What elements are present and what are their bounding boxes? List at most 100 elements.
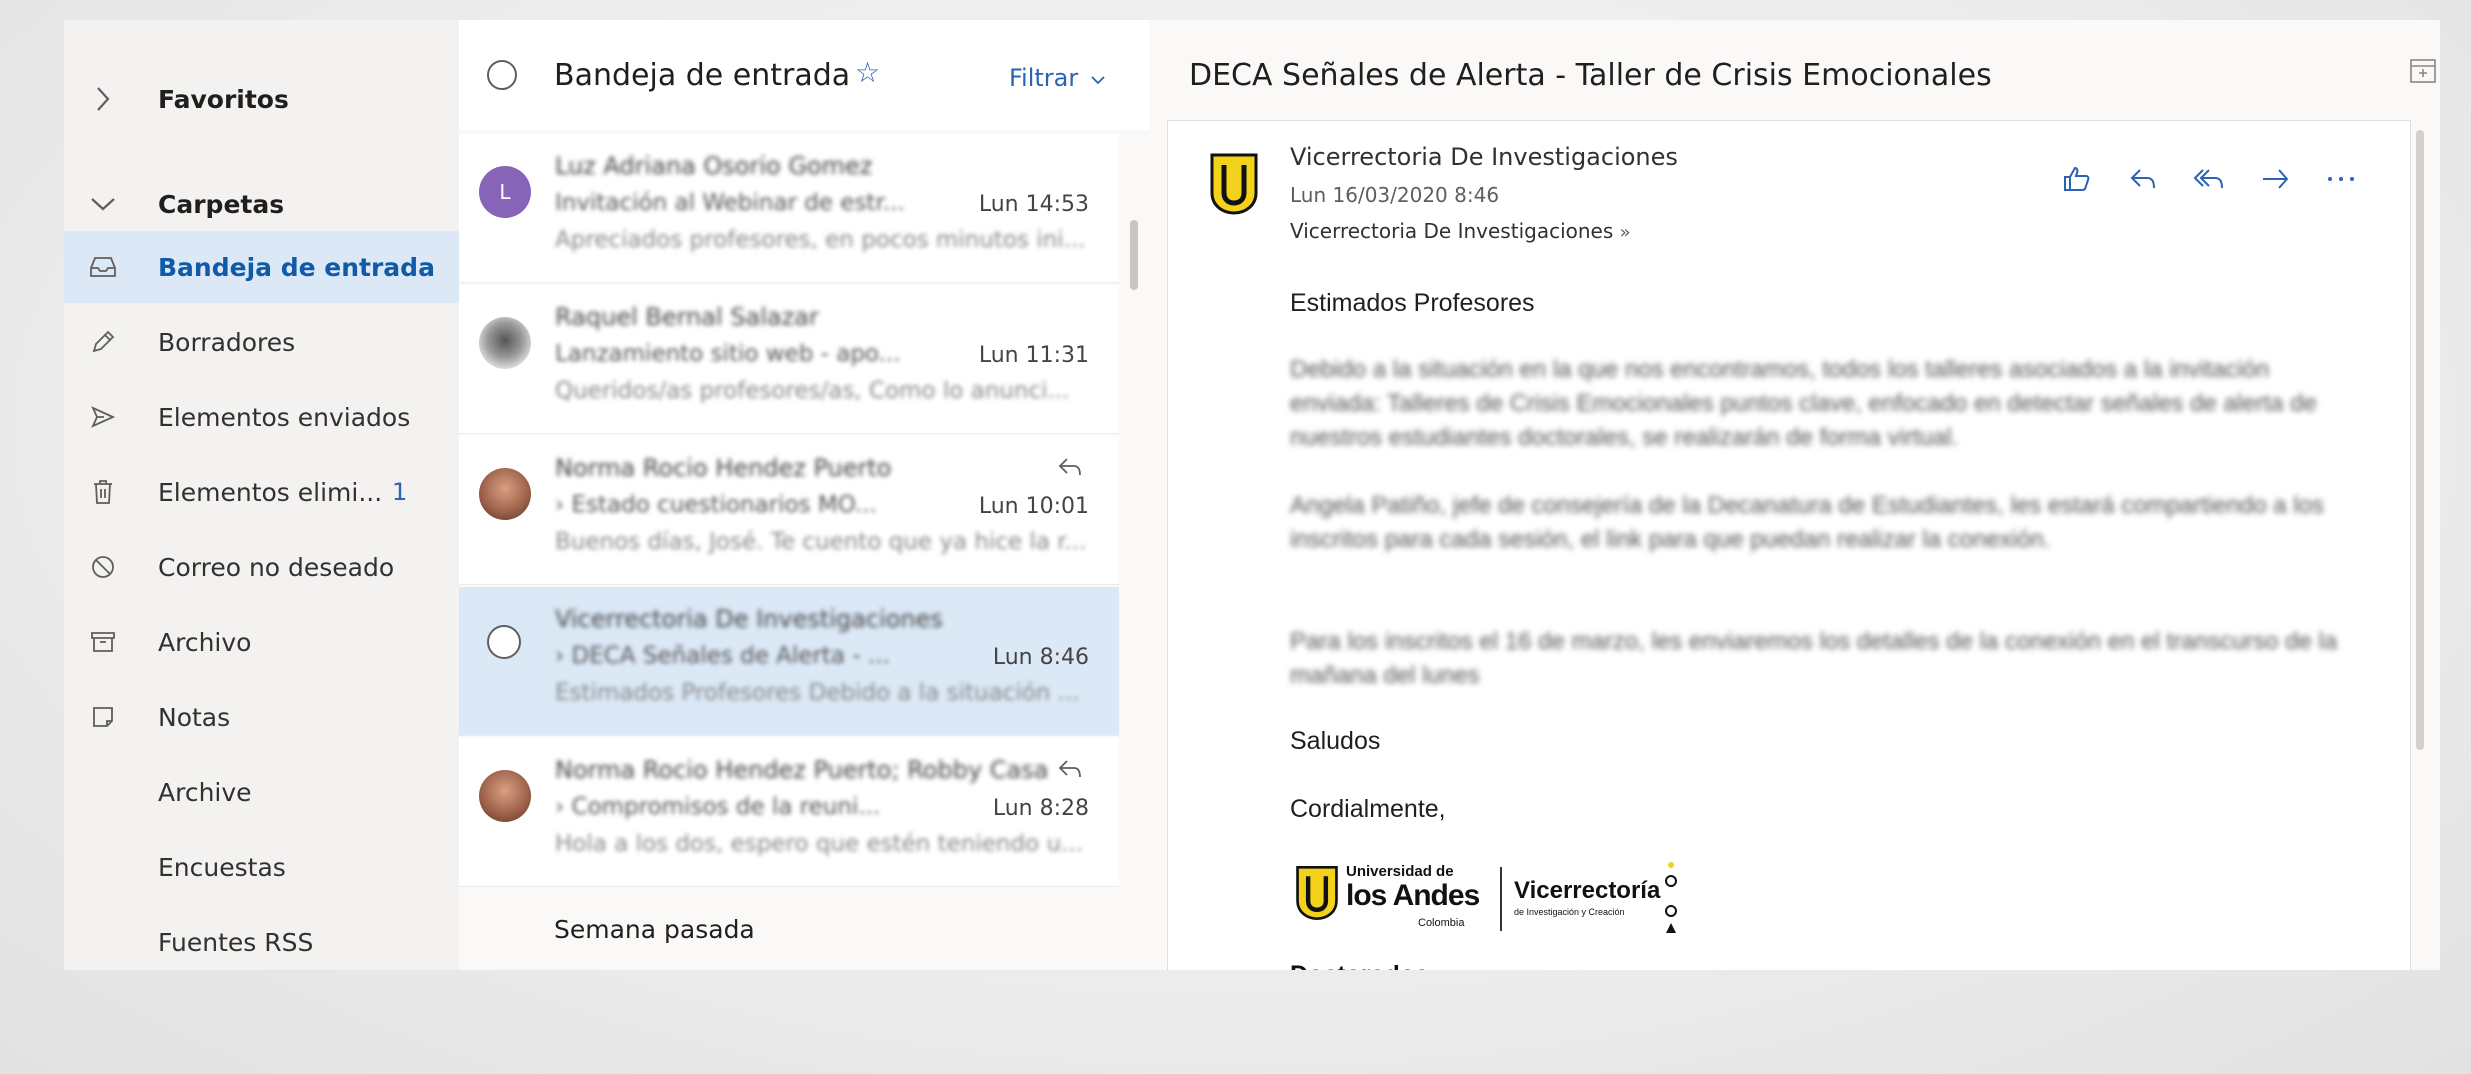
email-subject-title: DECA Señales de Alerta - Taller de Crisi…: [1189, 58, 1992, 93]
signature-vicerrectoria-sub: de Investigación y Creación: [1514, 907, 1625, 917]
filter-label: Filtrar: [1009, 64, 1079, 92]
message-list-pane: Bandeja de entrada ☆ Filtrar L Luz Adria…: [459, 20, 1150, 970]
message-sender: Luz Adriana Osorio Gomez: [555, 152, 873, 180]
message-list-header: Bandeja de entrada ☆ Filtrar: [459, 20, 1149, 130]
message-preview: Apreciados profesores, en pocos minutos …: [555, 227, 1086, 253]
email-closing: Cordialmente,: [1290, 795, 1446, 823]
folder-label: Borradores: [158, 327, 296, 357]
uniandes-shield-icon: [1296, 866, 1338, 920]
folders-section[interactable]: Carpetas: [64, 168, 459, 240]
email-paragraph: Para los inscritos el 16 de marzo, les e…: [1290, 628, 2338, 689]
message-subject: › Estado cuestionarios MO...: [555, 492, 877, 518]
folder-item-archive[interactable]: Archivo: [64, 606, 459, 678]
message-item-selected[interactable]: Vicerrectoria De Investigaciones › DECA …: [459, 587, 1119, 736]
message-preview: Queridos/as profesores/as, Como lo anunc…: [555, 378, 1070, 404]
signature-symbols-icon: [1665, 862, 1677, 933]
message-item[interactable]: Norma Rocio Hendez Puerto › Estado cuest…: [459, 436, 1119, 585]
trash-icon: [86, 475, 120, 509]
email-paragraph: Angela Patiño, jefe de consejería de la …: [1290, 492, 2324, 553]
popout-icon[interactable]: [2409, 58, 2437, 84]
reply-all-icon[interactable]: [2190, 161, 2228, 197]
message-sender: Vicerrectoria De Investigaciones: [555, 605, 943, 633]
reading-scrollbar[interactable]: [2416, 130, 2424, 750]
message-subject: › Compromisos de la reuni...: [555, 794, 880, 820]
message-time: Lun 14:53: [978, 192, 1089, 217]
email-paragraph: Debido a la situación en la que nos enco…: [1290, 356, 2317, 451]
message-subject-text: Compromisos de la reuni...: [571, 794, 881, 820]
folder-label: Bandeja de entrada: [158, 252, 435, 282]
star-icon[interactable]: ☆: [855, 56, 880, 89]
avatar: [479, 468, 531, 520]
chevron-down-icon[interactable]: [86, 187, 120, 221]
message-subject: › DECA Señales de Alerta - ...: [555, 643, 890, 669]
signature-logo: Universidad de los Andes Colombia Vicerr…: [1290, 859, 1710, 949]
folder-item-surveys[interactable]: Encuestas: [64, 831, 459, 903]
email-recipient[interactable]: Vicerrectoria De Investigaciones »: [1290, 219, 1631, 243]
message-select-checkbox[interactable]: [487, 625, 521, 659]
folder-label: Archivo: [158, 627, 252, 657]
signature-vicerrectoria: Vicerrectoría: [1514, 877, 1661, 904]
archive-icon: [86, 625, 120, 659]
folder-item-sent[interactable]: Elementos enviados: [64, 381, 459, 453]
message-item[interactable]: Norma Rocio Hendez Puerto; Robby Casa › …: [459, 738, 1119, 887]
email-sender[interactable]: Vicerrectoria De Investigaciones: [1290, 143, 1678, 171]
favorites-label: Favoritos: [158, 84, 289, 114]
folder-pane: Favoritos Carpetas Bandeja de entrada Bo…: [64, 20, 459, 970]
filter-button[interactable]: Filtrar: [1009, 64, 1106, 92]
replied-icon: [1058, 760, 1081, 778]
folder-item-rss[interactable]: Fuentes RSS: [64, 906, 459, 970]
folder-item-archive-en[interactable]: Archive: [64, 756, 459, 828]
email-actions-toolbar: [2058, 161, 2360, 197]
message-preview: Buenos días, José. Te cuento que ya hice…: [555, 529, 1087, 555]
screen-background: Favoritos Carpetas Bandeja de entrada Bo…: [0, 0, 2471, 1074]
message-subject: Invitación al Webinar de estr...: [555, 190, 905, 216]
email-date: Lun 16/03/2020 8:46: [1290, 183, 1500, 207]
folder-item-inbox[interactable]: Bandeja de entrada: [64, 231, 459, 303]
chevron-right-icon: ›: [555, 492, 572, 518]
send-icon: [86, 400, 120, 434]
unread-count-badge: 1: [392, 478, 408, 506]
expand-recipients-icon[interactable]: »: [1620, 222, 1631, 243]
folder-item-notes[interactable]: Notas: [64, 681, 459, 753]
message-preview: Estimados Profesores Debido a la situaci…: [555, 680, 1080, 706]
reply-icon[interactable]: [2124, 161, 2162, 197]
chevron-right-icon: ›: [555, 643, 572, 669]
folder-item-junk[interactable]: Correo no deseado: [64, 531, 459, 603]
folder-label: Elementos enviados: [158, 402, 411, 432]
folder-item-deleted[interactable]: Elementos elimi... 1: [64, 456, 459, 528]
message-time: Lun 11:31: [978, 343, 1089, 368]
message-item[interactable]: L Luz Adriana Osorio Gomez Invitación al…: [459, 134, 1119, 283]
chevron-right-icon[interactable]: [86, 82, 120, 116]
signature-country: Colombia: [1418, 917, 1465, 929]
group-header-last-week: Semana pasada: [554, 915, 755, 944]
like-icon[interactable]: [2058, 161, 2096, 197]
message-subject-text: DECA Señales de Alerta - ...: [571, 643, 890, 669]
note-icon: [86, 700, 120, 734]
reading-pane: DECA Señales de Alerta - Taller de Crisi…: [1149, 20, 2440, 970]
message-time: Lun 10:01: [978, 494, 1089, 519]
signature-doctorados: Doctorados: [1290, 961, 1429, 970]
list-title: Bandeja de entrada: [554, 58, 851, 93]
list-scrollbar[interactable]: [1130, 220, 1138, 290]
folder-label: Elementos elimi...: [158, 477, 383, 507]
email-card: Vicerrectoria De Investigaciones Lun 16/…: [1167, 120, 2411, 970]
chevron-down-icon: [1091, 76, 1105, 85]
outlook-window: Favoritos Carpetas Bandeja de entrada Bo…: [64, 20, 2440, 970]
email-greeting: Estimados Profesores: [1290, 289, 1535, 317]
folder-item-drafts[interactable]: Borradores: [64, 306, 459, 378]
favorites-section[interactable]: Favoritos: [64, 63, 459, 135]
select-all-checkbox[interactable]: [487, 60, 517, 90]
folder-label: Archive: [158, 777, 252, 807]
more-options-icon[interactable]: [2322, 161, 2360, 197]
forward-icon[interactable]: [2256, 161, 2294, 197]
folder-label: Correo no deseado: [158, 552, 395, 582]
folder-label: Fuentes RSS: [158, 927, 314, 957]
signature-university-line1: Universidad de: [1346, 863, 1454, 880]
message-sender: Norma Rocio Hendez Puerto; Robby Casa: [555, 756, 1049, 784]
folders-label: Carpetas: [158, 189, 285, 219]
avatar: [479, 770, 531, 822]
message-item[interactable]: Raquel Bernal Salazar Lanzamiento sitio …: [459, 285, 1119, 434]
recipient-label: Vicerrectoria De Investigaciones: [1290, 219, 1614, 243]
chevron-right-icon: ›: [555, 794, 572, 820]
message-sender: Raquel Bernal Salazar: [555, 303, 819, 331]
